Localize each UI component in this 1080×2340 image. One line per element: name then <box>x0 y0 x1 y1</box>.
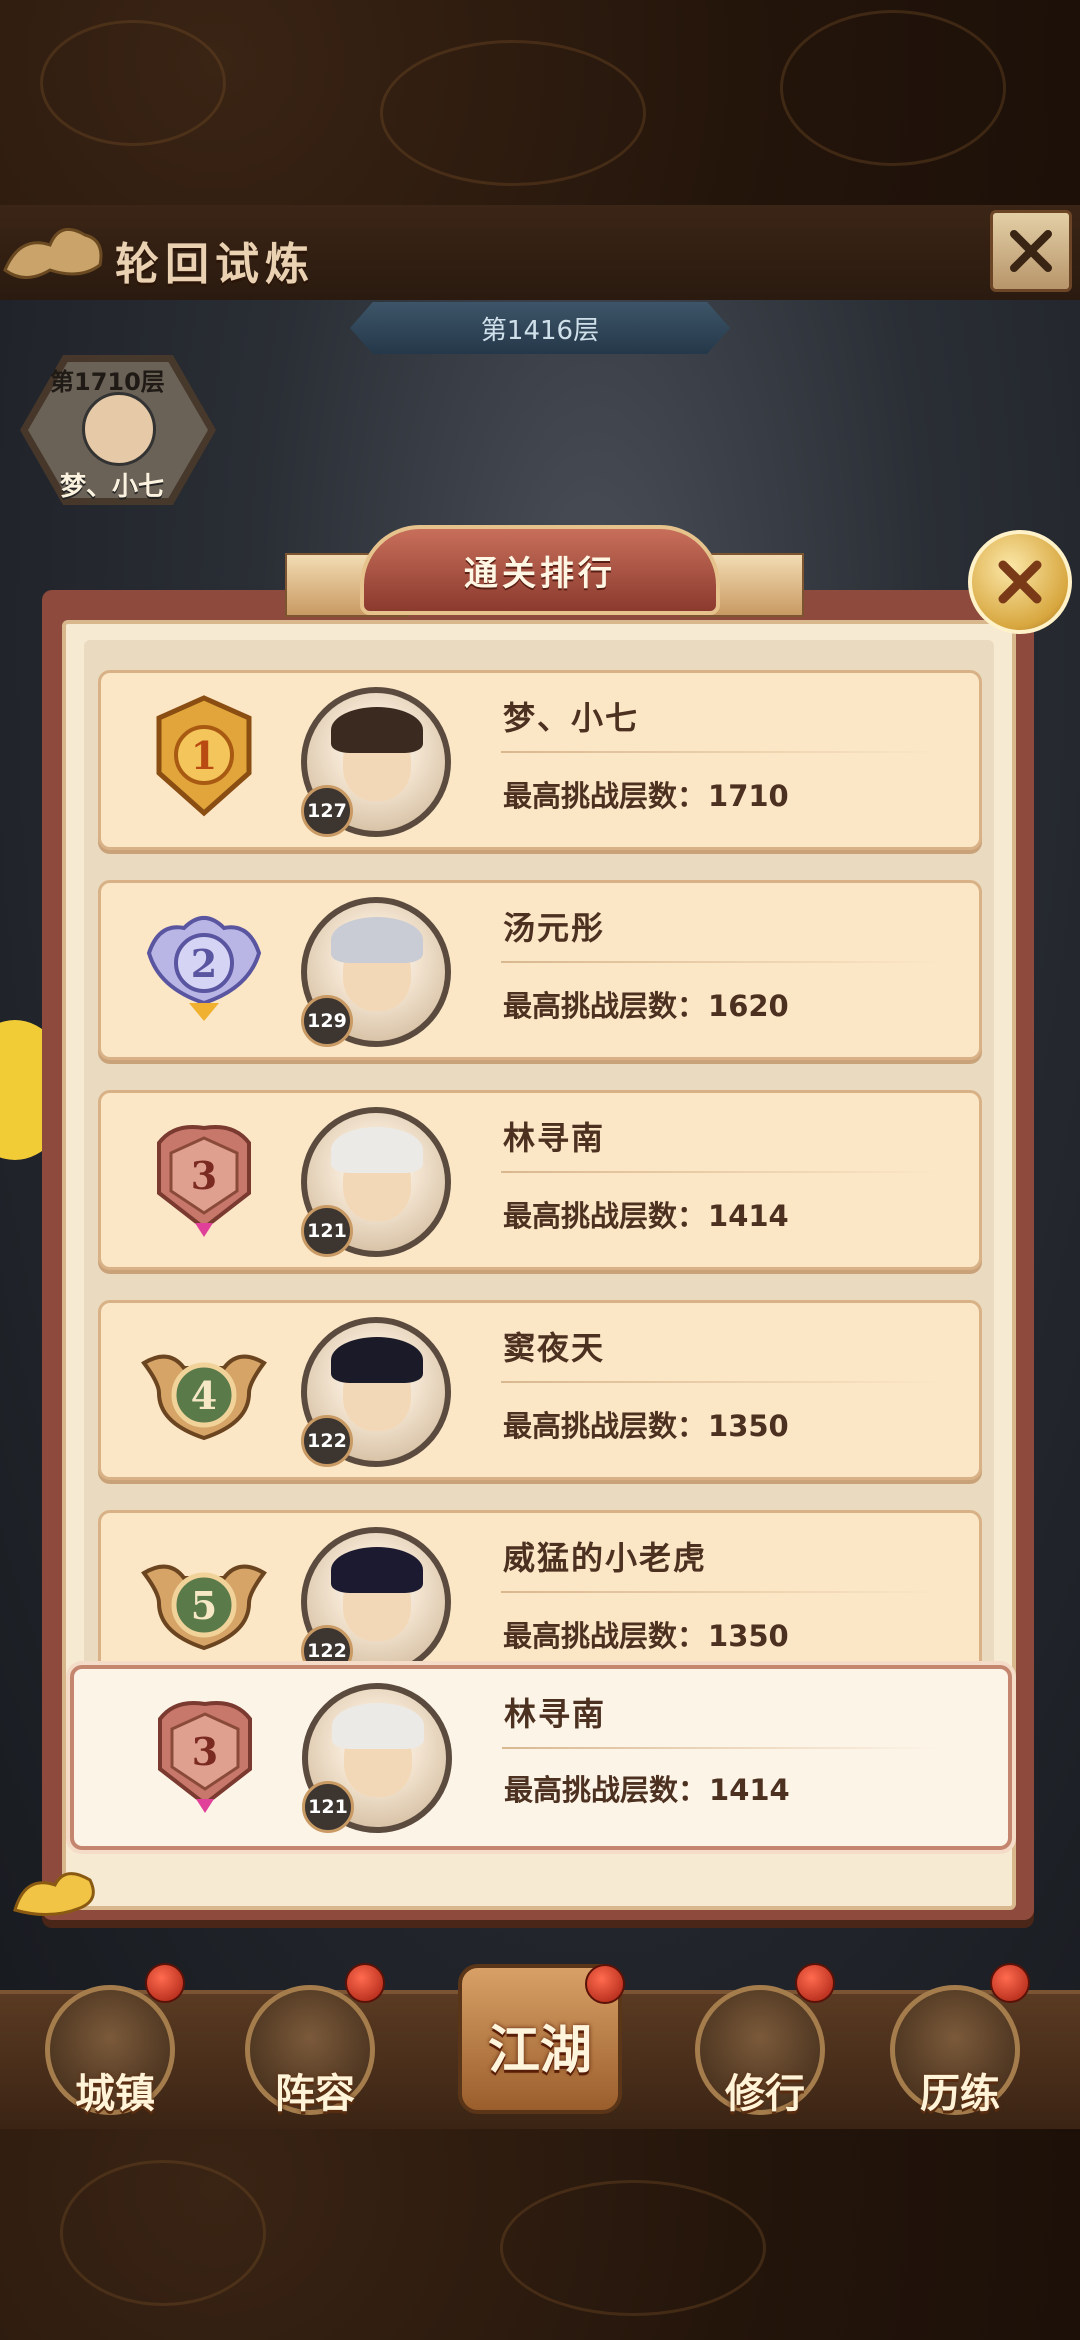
gold-flourish-icon <box>13 1872 95 1917</box>
level-badge: 129 <box>301 995 353 1047</box>
level-badge: 121 <box>301 1205 353 1257</box>
rank-number: 3 <box>192 1729 218 1774</box>
nav-label: 历练 <box>920 2071 1000 2117</box>
score-text: 最高挑战层数：1414 <box>503 1193 789 1235</box>
rank-silver-medal-icon: 2 <box>146 916 262 1021</box>
score-label: 最高挑战层数： <box>503 1619 707 1653</box>
decor-swirl <box>60 2160 266 2306</box>
rank-gold-medal-icon: 1 <box>156 695 252 817</box>
player-name: 窦夜天 <box>503 1329 606 1367</box>
player-name: 威猛的小老虎 <box>503 1539 708 1577</box>
score-value: 1414 <box>708 1199 789 1233</box>
nav-label: 阵容 <box>275 2071 355 2117</box>
score-label: 最高挑战层数： <box>503 989 707 1023</box>
background-top <box>0 0 1080 205</box>
avatar-hair <box>331 917 423 963</box>
score-label: 最高挑战层数： <box>503 1199 707 1233</box>
score-label: 最高挑战层数： <box>503 779 707 813</box>
decor-swirl <box>40 20 226 146</box>
score-value: 1414 <box>709 1773 790 1807</box>
avatar-hair <box>332 1703 424 1749</box>
nav-label: 城镇 <box>75 2071 155 2117</box>
avatar-hair <box>331 707 423 753</box>
score-value: 1350 <box>708 1409 789 1443</box>
nav-town[interactable]: 城镇 <box>45 1963 185 2125</box>
nav-training[interactable]: 历练 <box>890 1963 1030 2125</box>
level-badge: 122 <box>301 1415 353 1467</box>
ranking-row[interactable]: 5 122 威猛的小老虎 最高挑战层数：1350 <box>98 1510 982 1690</box>
cloud-ornament-icon <box>3 227 103 279</box>
ranking-row[interactable]: 2 129 汤元彤 最高挑战层数：1620 <box>98 880 982 1060</box>
notification-dot <box>585 1964 625 2004</box>
player-name: 梦、小七 <box>503 699 640 737</box>
rank-medal-icon: 4 <box>141 1354 267 1441</box>
nav-label: 修行 <box>725 2071 805 2117</box>
rank-bronze-medal-icon: 3 <box>158 1701 252 1813</box>
close-button[interactable] <box>990 210 1072 292</box>
divider <box>501 961 941 963</box>
player-marker-name: 梦、小七 <box>60 472 165 502</box>
ranking-row[interactable]: 1 127 梦、小七 最高挑战层数：1710 <box>98 670 982 850</box>
nav-lineup[interactable]: 阵容 <box>245 1963 385 2125</box>
score-value: 1350 <box>708 1619 789 1653</box>
page-title: 轮回试炼 <box>115 239 315 290</box>
player-name: 林寻南 <box>504 1695 607 1733</box>
score-text: 最高挑战层数：1350 <box>503 1613 789 1655</box>
close-icon <box>998 560 1042 604</box>
background-bottom <box>0 2120 1080 2340</box>
nav-label: 江湖 <box>487 2021 592 2081</box>
avatar-hair <box>331 1337 423 1383</box>
rank-number: 1 <box>191 733 217 778</box>
divider <box>501 1381 941 1383</box>
level-badge: 121 <box>302 1781 354 1833</box>
score-text: 最高挑战层数：1620 <box>503 983 789 1025</box>
score-value: 1710 <box>708 779 789 813</box>
divider <box>501 751 941 753</box>
ranking-row[interactable]: 4 122 窦夜天 最高挑战层数：1350 <box>98 1300 982 1480</box>
divider <box>502 1747 942 1749</box>
rank-number: 2 <box>191 941 217 986</box>
score-label: 最高挑战层数： <box>503 1409 707 1443</box>
decor-swirl <box>380 40 646 186</box>
score-label: 最高挑战层数： <box>504 1773 708 1807</box>
score-text: 最高挑战层数：1414 <box>504 1767 790 1809</box>
divider <box>501 1171 941 1173</box>
ranking-row[interactable]: 3 121 林寻南 最高挑战层数：1414 <box>98 1090 982 1270</box>
current-floor-banner: 第1416层 <box>350 302 730 354</box>
score-value: 1620 <box>708 989 789 1023</box>
notification-dot <box>795 1963 835 2003</box>
modal-title: 通关排行 <box>360 525 720 615</box>
score-text: 最高挑战层数：1710 <box>503 773 789 815</box>
player-name: 林寻南 <box>503 1119 606 1157</box>
rank-number: 4 <box>191 1373 217 1418</box>
avatar-hair <box>331 1127 423 1173</box>
decor-swirl <box>500 2180 766 2316</box>
divider <box>501 1591 941 1593</box>
decor-swirl <box>780 10 1006 166</box>
player-name: 汤元彤 <box>503 909 606 947</box>
nav-jianghu[interactable]: 江湖 <box>450 1960 630 2130</box>
rank-number: 5 <box>191 1583 217 1628</box>
player-marker-floor: 第1710层 <box>50 368 165 396</box>
level-badge: 127 <box>301 785 353 837</box>
rank-number: 3 <box>191 1153 217 1198</box>
score-text: 最高挑战层数：1350 <box>503 1403 789 1445</box>
nav-cultivation[interactable]: 修行 <box>695 1963 835 2125</box>
notification-dot <box>145 1963 185 2003</box>
avatar-hair <box>331 1547 423 1593</box>
notification-dot <box>345 1963 385 2003</box>
close-icon <box>1010 230 1052 272</box>
my-rank-row[interactable]: 3 121 林寻南 最高挑战层数：1414 <box>70 1665 1012 1850</box>
close-modal-button[interactable] <box>968 530 1072 634</box>
rank-medal-icon: 5 <box>141 1564 267 1651</box>
rank-bronze-medal-icon: 3 <box>157 1125 251 1237</box>
notification-dot <box>990 1963 1030 2003</box>
player-avatar <box>82 392 156 466</box>
